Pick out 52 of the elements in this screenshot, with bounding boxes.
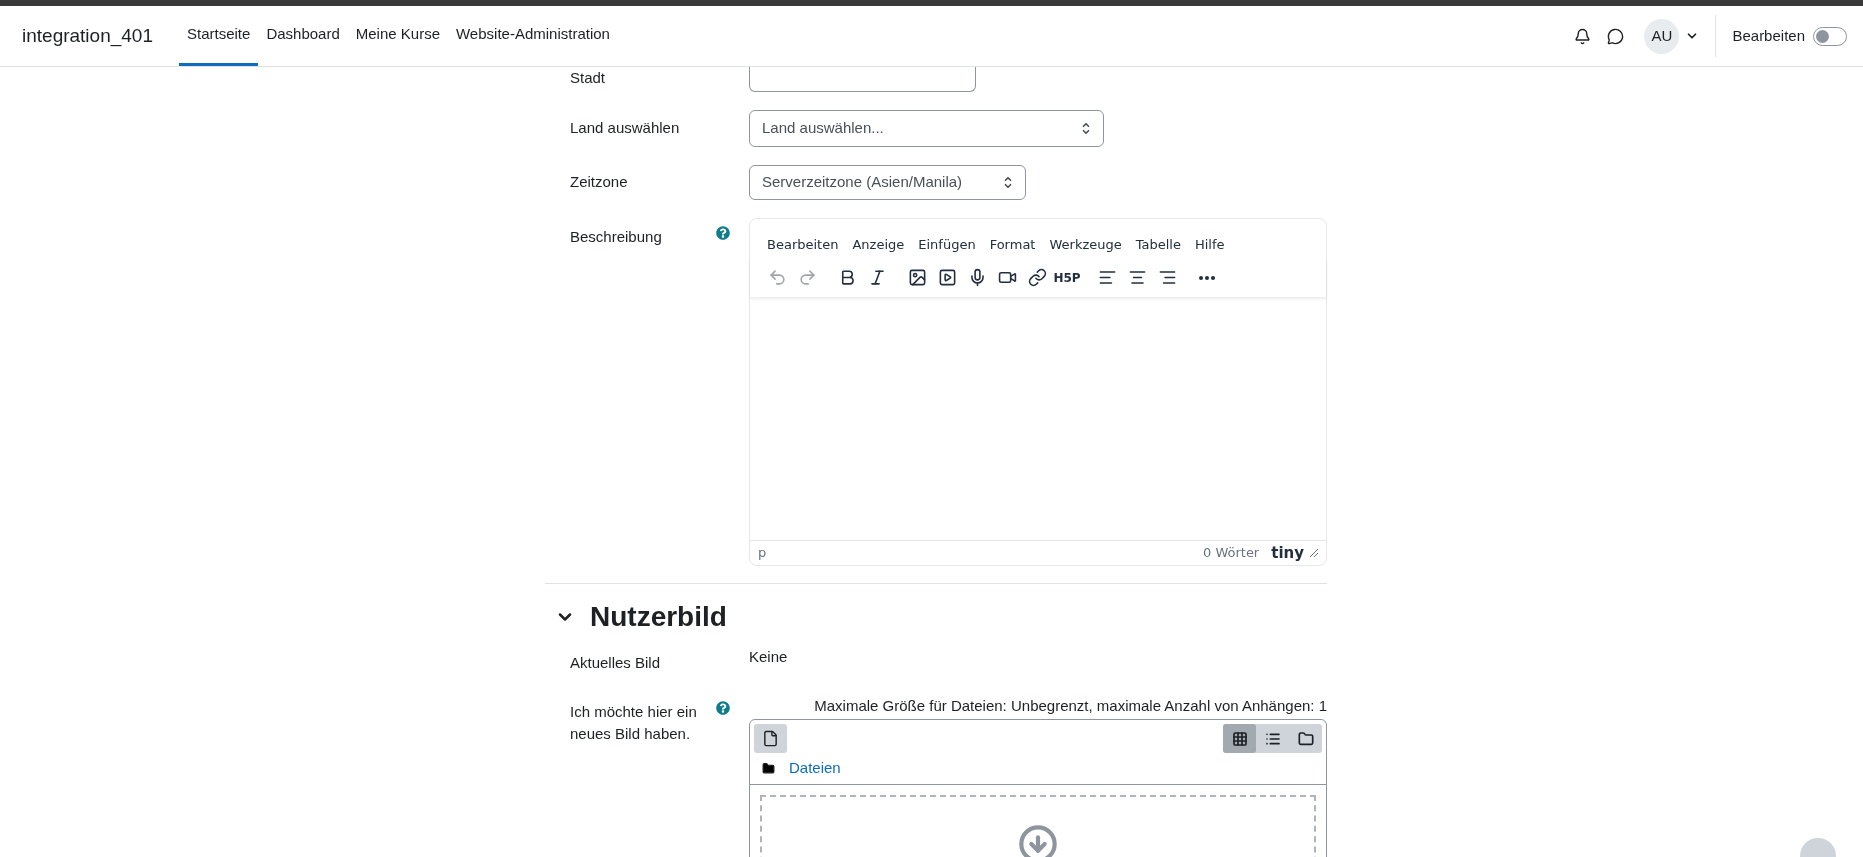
nav-link[interactable]: Dashboard	[258, 6, 348, 66]
grid-icon	[1231, 730, 1248, 747]
editor-menu-item[interactable]: Einfügen	[911, 231, 983, 259]
add-file-button[interactable]	[754, 724, 787, 753]
editor-menu-item[interactable]: Anzeige	[845, 231, 912, 259]
editor-menu-item[interactable]: Bearbeiten	[760, 231, 846, 259]
help-icon[interactable]	[716, 226, 730, 240]
undo-icon	[767, 268, 787, 287]
media-icon	[937, 268, 957, 287]
image-icon	[907, 268, 927, 287]
align-left-icon	[1097, 268, 1117, 287]
field-label: Land auswählen	[570, 119, 680, 137]
align-center-icon	[1127, 268, 1147, 287]
align-right-icon	[1157, 268, 1177, 287]
field-label: Zeitzone	[570, 173, 628, 191]
tiny-logo[interactable]: tiny	[1271, 541, 1304, 565]
h5p-button[interactable]: H5P	[1052, 262, 1082, 293]
editor-menu-item[interactable]: Hilfe	[1187, 231, 1232, 259]
element-path[interactable]: p	[758, 543, 767, 563]
site-name[interactable]: integration_401	[22, 21, 153, 51]
section-heading: Nutzerbild	[590, 600, 727, 634]
help-icon[interactable]	[716, 700, 730, 715]
folder-icon	[762, 761, 775, 775]
word-count: 0 Wörter	[1203, 544, 1260, 563]
folder-link[interactable]: Dateien	[789, 757, 841, 780]
nav-link[interactable]: Meine Kurse	[347, 6, 448, 66]
grid-view-button[interactable]	[1223, 724, 1256, 753]
notifications-icon[interactable]	[1574, 27, 1592, 45]
field-label: Stadt	[570, 69, 606, 86]
edit-mode-toggle[interactable]	[1813, 26, 1847, 46]
more-icon	[1199, 275, 1215, 280]
editor-menu-item[interactable]: Werkzeuge	[1042, 231, 1129, 259]
upload-limits-text: Maximale Größe für Dateien: Unbegrenzt, maximale Anzahl von Anhängen: 1	[814, 695, 1327, 716]
city-input[interactable]	[749, 67, 976, 92]
user-avatar[interactable]: AU	[1644, 18, 1680, 54]
timezone-select[interactable]: Serverzeitzone (Asien/Manila)	[749, 165, 1026, 200]
field-label: Beschreibung	[570, 227, 662, 247]
country-select[interactable]: Land auswählen...	[749, 110, 1104, 147]
file-icon	[762, 730, 779, 747]
resize-handle-icon[interactable]	[1310, 549, 1318, 557]
redo-icon	[797, 268, 817, 287]
messages-icon[interactable]	[1607, 27, 1625, 45]
download-arrow-icon	[1018, 823, 1058, 857]
field-label: Aktuelles Bild	[570, 654, 661, 671]
nav-link[interactable]: Startseite	[179, 6, 259, 66]
editor-menu-item[interactable]: Tabelle	[1128, 231, 1188, 259]
editor-menu-item[interactable]: Format	[982, 231, 1043, 259]
field-label: Ich möchte hier ein neues Bild haben.	[570, 701, 698, 744]
link-icon	[1027, 268, 1047, 287]
current-picture-value: Keine	[749, 647, 788, 667]
nav-link[interactable]: Website-Administration	[448, 6, 618, 66]
edit-mode-label: Bearbeiten	[1732, 25, 1805, 46]
